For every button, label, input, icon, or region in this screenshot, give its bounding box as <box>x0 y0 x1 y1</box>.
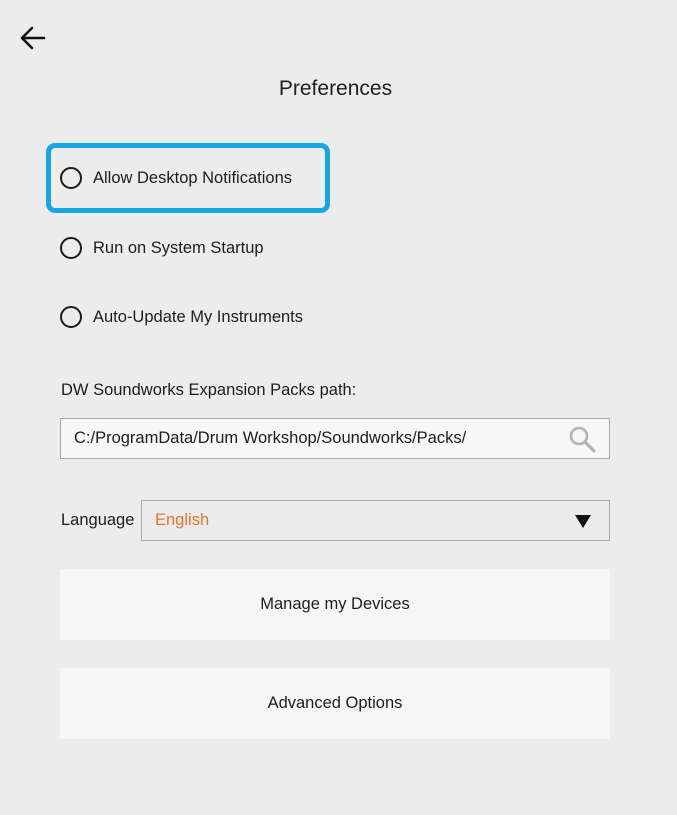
page-title: Preferences <box>278 77 393 100</box>
allow-desktop-notifications-option[interactable]: Allow Desktop Notifications <box>46 143 330 213</box>
back-button[interactable] <box>18 24 48 52</box>
radio-button[interactable] <box>60 167 82 189</box>
expansion-path-label: DW Soundworks Expansion Packs path: <box>61 381 357 399</box>
option-label: Allow Desktop Notifications <box>93 168 292 187</box>
option-label: Auto-Update My Instruments <box>93 307 304 326</box>
manage-devices-button[interactable]: Manage my Devices <box>60 569 610 640</box>
language-dropdown[interactable]: English <box>141 500 610 541</box>
radio-button[interactable] <box>60 306 82 328</box>
search-icon[interactable] <box>567 424 597 454</box>
arrow-left-icon <box>20 26 46 50</box>
auto-update-instruments-option[interactable]: Auto-Update My Instruments <box>46 285 366 349</box>
expansion-path-field[interactable]: C:/ProgramData/Drum Workshop/Soundworks/… <box>60 418 610 459</box>
chevron-down-icon <box>575 514 591 528</box>
advanced-options-button[interactable]: Advanced Options <box>60 668 610 739</box>
language-selected-value: English <box>155 511 210 529</box>
expansion-path-value[interactable]: C:/ProgramData/Drum Workshop/Soundworks/… <box>74 429 567 448</box>
option-label: Run on System Startup <box>93 238 264 257</box>
run-on-system-startup-option[interactable]: Run on System Startup <box>46 216 346 280</box>
radio-button[interactable] <box>60 237 82 259</box>
language-label: Language <box>61 511 135 529</box>
